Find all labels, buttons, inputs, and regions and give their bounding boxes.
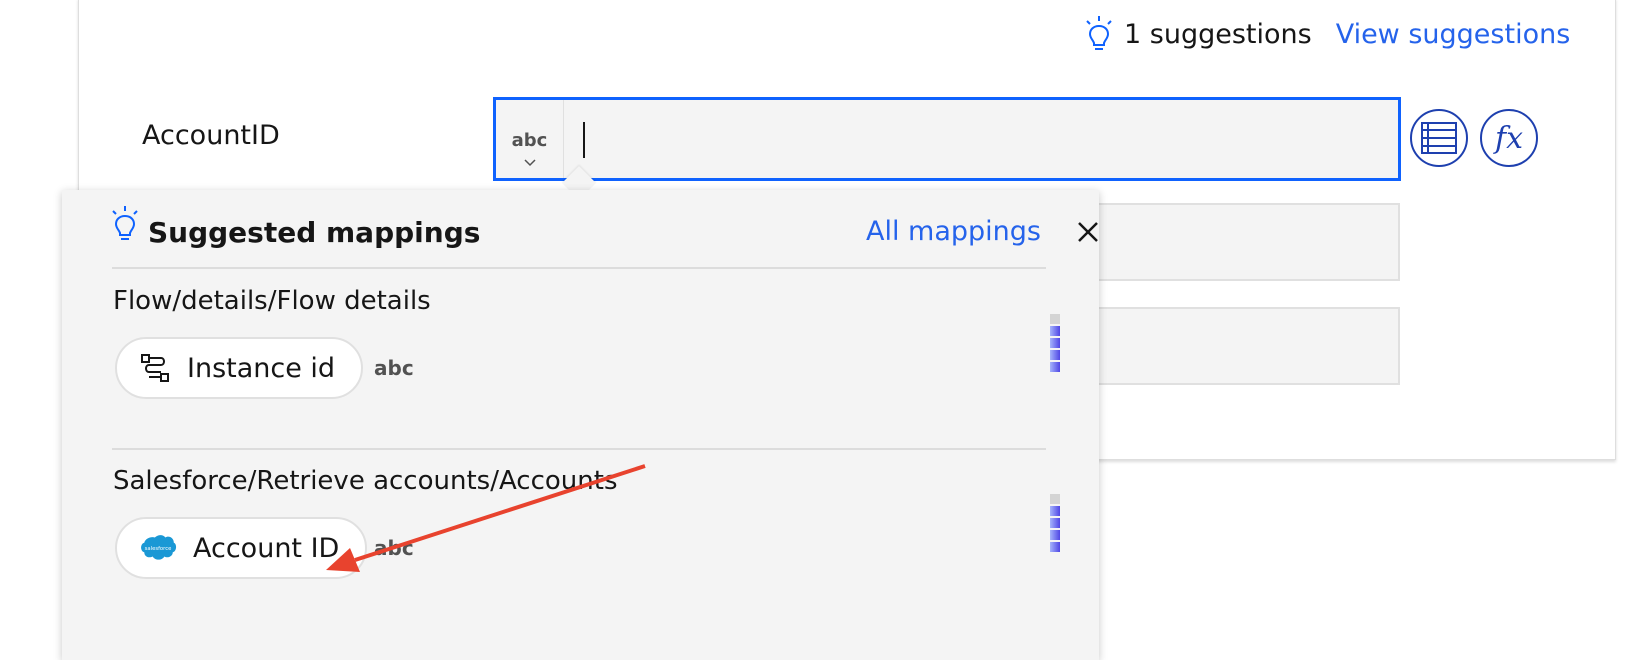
field-input-3[interactable] [1050,307,1400,385]
mapping-item-account-id[interactable]: salesforce Account ID [115,517,368,579]
suggestions-bar: 1 suggestions View suggestions [1082,10,1570,58]
field-label: AccountID [142,120,280,151]
scroll-indicator [1050,314,1060,372]
popover-header: Suggested mappings All mappings [108,204,1098,254]
group-title: Salesforce/Retrieve accounts/Accounts [113,466,618,496]
mapping-text-input[interactable] [564,100,1398,178]
suggested-mappings-popover: Suggested mappings All mappings Flow/det… [62,190,1099,660]
chevron-down-icon [524,159,536,167]
svg-text:salesforce: salesforce [145,546,172,552]
view-suggestions-link[interactable]: View suggestions [1336,19,1571,50]
list-icon [1421,122,1457,154]
divider [112,448,1046,450]
function-button[interactable]: fx [1480,109,1538,167]
list-button[interactable] [1410,109,1468,167]
suggestions-count: 1 suggestions [1124,18,1312,50]
scroll-indicator [1050,494,1060,552]
mapping-item-instance-id[interactable]: Instance id [115,337,364,399]
type-selector[interactable]: abc [496,100,564,178]
popover-title: Suggested mappings [148,216,481,249]
fx-label: fx [1494,120,1524,156]
close-icon[interactable] [1074,218,1102,246]
mapping-input: abc [493,97,1401,181]
lightbulb-icon [1086,16,1112,50]
divider [112,267,1046,269]
type-tag: abc [374,356,414,380]
mapping-item-label: Instance id [187,352,336,384]
type-selector-label: abc [511,130,548,151]
group-title: Flow/details/Flow details [113,286,431,316]
field-input-2[interactable] [1050,203,1400,281]
text-cursor [583,122,585,158]
lightbulb-icon [112,206,138,240]
salesforce-logo-icon: salesforce [141,535,177,560]
mapping-item-label: Account ID [193,532,340,564]
type-tag: abc [374,536,414,560]
flow-path-icon [141,354,169,382]
all-mappings-link[interactable]: All mappings [866,216,1041,247]
